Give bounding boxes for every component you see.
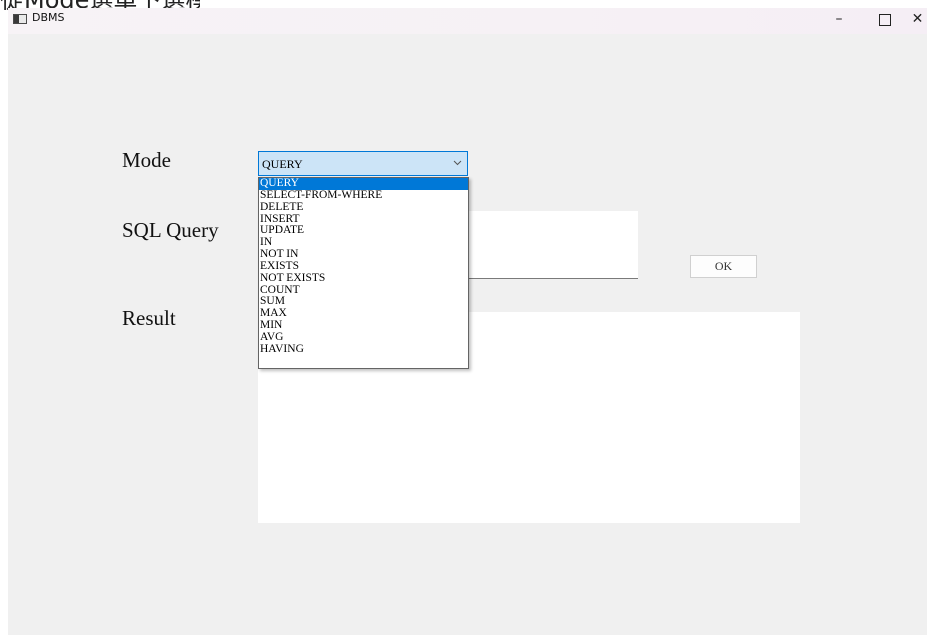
mode-option[interactable]: AVG	[259, 332, 468, 344]
mode-option[interactable]: DELETE	[259, 202, 468, 214]
mode-option[interactable]: UPDATE	[259, 225, 468, 237]
mode-selected-value: QUERY	[262, 157, 303, 171]
mode-option[interactable]: SUM	[259, 296, 468, 308]
mode-combobox[interactable]: QUERY	[258, 151, 468, 176]
mode-option[interactable]: COUNT	[259, 285, 468, 297]
mode-option[interactable]: NOT IN	[259, 249, 468, 261]
mode-option[interactable]: QUERY	[259, 178, 468, 190]
mode-option[interactable]: MAX	[259, 308, 468, 320]
result-label: Result	[122, 306, 176, 330]
maximize-button[interactable]	[862, 8, 908, 34]
close-button[interactable]: ✕	[908, 8, 927, 34]
mode-option[interactable]: MIN	[259, 320, 468, 332]
mode-option[interactable]: EXISTS	[259, 261, 468, 273]
mode-option[interactable]: SELECT-FROM-WHERE	[259, 190, 468, 202]
ok-button[interactable]: OK	[690, 255, 757, 278]
window-app-icon	[13, 14, 27, 24]
mode-dropdown-list[interactable]: QUERY SELECT-FROM-WHERE DELETE INSERT UPDATE…	[258, 177, 469, 369]
mode-label: Mode	[122, 148, 171, 172]
title-bar[interactable]: DBMS – ✕	[8, 8, 927, 34]
sql-query-label: SQL Query	[122, 218, 219, 242]
close-icon: ✕	[911, 11, 924, 27]
mode-option[interactable]: IN	[259, 237, 468, 249]
mode-option[interactable]: NOT EXISTS	[259, 273, 468, 285]
mode-option[interactable]: HAVING	[259, 344, 468, 356]
minimize-icon: –	[835, 11, 843, 27]
window-title: DBMS	[32, 11, 65, 24]
chevron-down-icon	[453, 160, 462, 166]
maximize-icon	[879, 14, 891, 26]
dbms-window: DBMS – ✕ Mode SQL Query Result QUERY OK …	[8, 8, 927, 635]
minimize-button[interactable]: –	[816, 8, 862, 34]
mode-option[interactable]: INSERT	[259, 214, 468, 226]
